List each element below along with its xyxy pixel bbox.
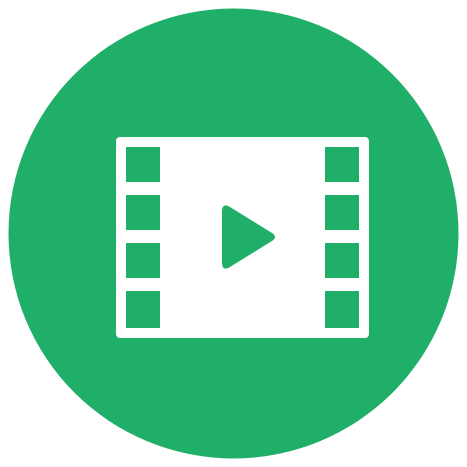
film-perforation-right	[325, 243, 359, 278]
film-perforation-right	[325, 147, 359, 182]
film-strip-icon	[116, 137, 369, 338]
film-perforation-left	[126, 243, 160, 278]
film-perforation-left	[126, 147, 160, 182]
film-perforation-left	[126, 195, 160, 230]
video-app-icon	[0, 0, 467, 467]
film-perforation-left	[126, 291, 160, 328]
video-film-icon	[8, 8, 459, 459]
film-perforation-right	[325, 195, 359, 230]
film-perforation-right	[325, 291, 359, 328]
